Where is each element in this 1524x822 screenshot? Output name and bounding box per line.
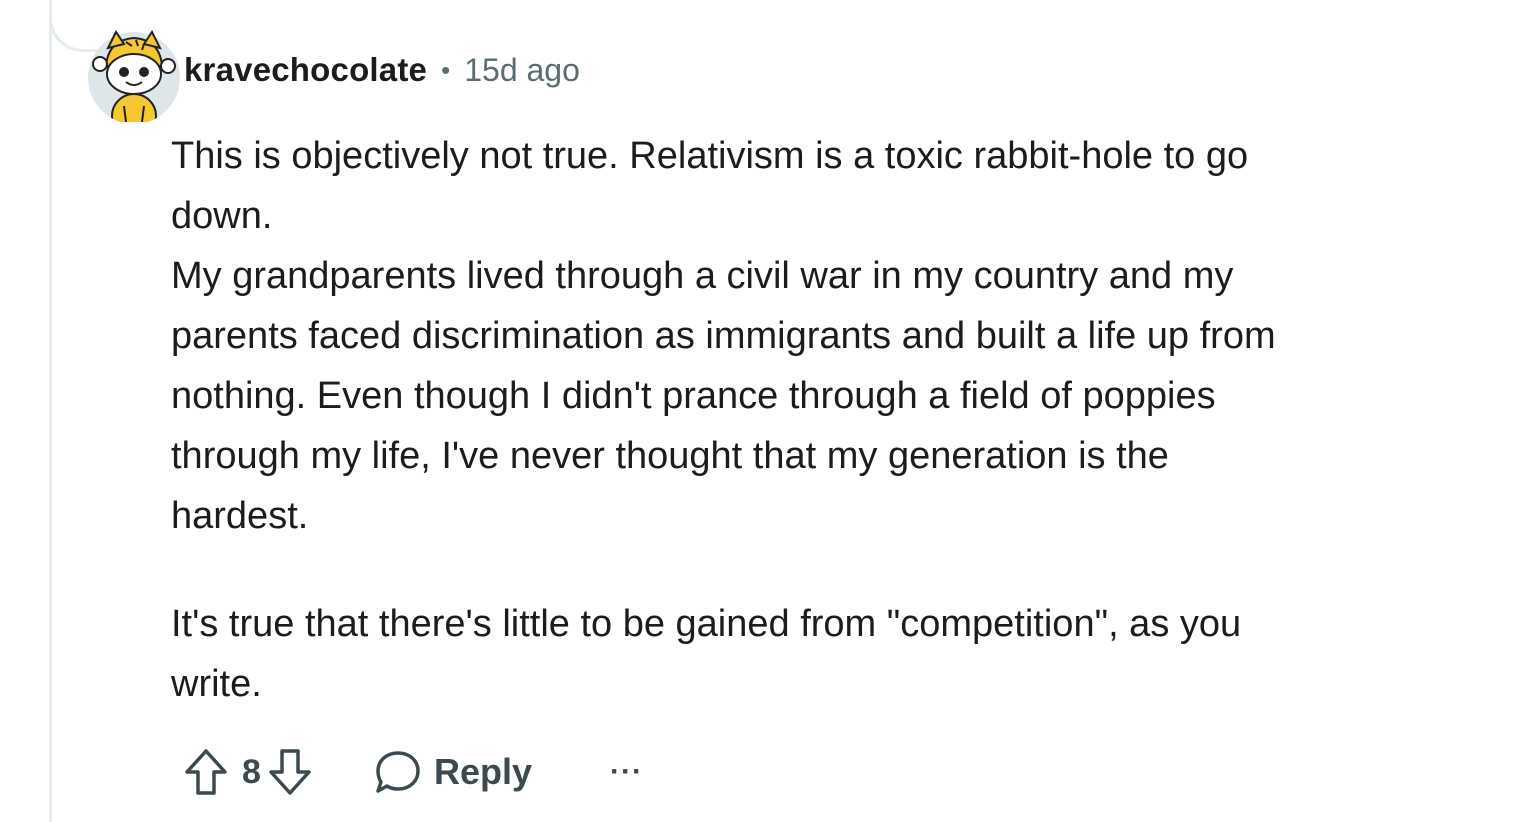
downvote-button[interactable] xyxy=(264,746,316,798)
snoo-avatar-icon xyxy=(88,30,180,122)
comment-line: down. xyxy=(171,195,273,237)
comment-line: This is objectively not true. Relativism… xyxy=(171,135,1249,177)
comment-line: write. xyxy=(171,663,262,705)
comment-page: kravechocolate • 15d ago This is objecti… xyxy=(0,0,1524,822)
reply-label: Reply xyxy=(434,751,533,792)
reply-button[interactable]: Reply xyxy=(374,749,532,795)
comment-line: hardest. xyxy=(171,495,309,537)
comment-line: It's true that there's little to be gain… xyxy=(171,603,1242,645)
comment-line: My grandparents lived through a civil wa… xyxy=(171,255,1234,297)
thread-line[interactable] xyxy=(49,0,52,822)
comment-line: nothing. Even though I didn't prance thr… xyxy=(171,375,1216,417)
username-link[interactable]: kravechocolate xyxy=(184,51,427,89)
meta-separator: • xyxy=(441,54,451,85)
avatar[interactable] xyxy=(86,26,182,122)
downvote-arrow-icon xyxy=(269,749,311,795)
vote-score: 8 xyxy=(242,752,261,791)
speech-bubble-icon xyxy=(376,751,420,793)
upvote-arrow-icon xyxy=(185,749,227,795)
comment-line: parents faced discrimination as immigran… xyxy=(171,315,1276,357)
upvote-button[interactable] xyxy=(180,746,232,798)
comment-actions: 8 Reply ··· xyxy=(180,744,643,800)
comment-body: This is objectively not true. Relativism… xyxy=(171,126,1491,714)
more-options-button[interactable]: ··· xyxy=(610,757,643,787)
comment-line: through my life, I've never thought that… xyxy=(171,435,1169,477)
comment-meta: kravechocolate • 15d ago xyxy=(184,50,580,90)
timestamp[interactable]: 15d ago xyxy=(464,52,580,89)
